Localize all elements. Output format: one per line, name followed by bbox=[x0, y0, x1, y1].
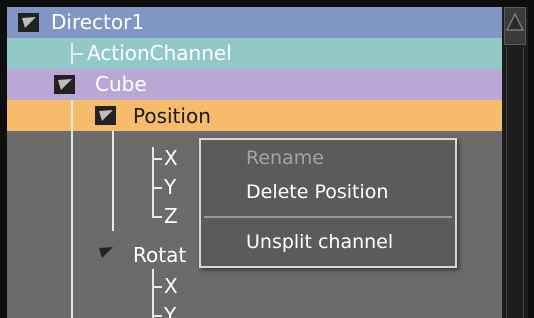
triangle-down-icon bbox=[58, 79, 72, 90]
context-menu: Rename Delete Position Unsplit channel bbox=[199, 138, 457, 268]
menu-separator bbox=[204, 216, 452, 218]
arrow-up-icon bbox=[505, 12, 525, 31]
tree-row-actionchannel[interactable]: ActionChannel bbox=[7, 38, 502, 69]
scrollbar-track[interactable] bbox=[506, 47, 524, 318]
tree-connector bbox=[152, 269, 154, 318]
menu-item-unsplit-channel[interactable]: Unsplit channel bbox=[201, 226, 455, 258]
tree-connector bbox=[152, 315, 162, 317]
tree-connector bbox=[152, 216, 162, 218]
menu-item-label: Delete Position bbox=[246, 181, 389, 203]
tree-connector bbox=[152, 158, 162, 160]
tree-connector bbox=[71, 100, 73, 131]
tree-row-rotation-x[interactable]: X bbox=[164, 272, 178, 300]
tree-row-position-z[interactable]: Z bbox=[164, 202, 178, 230]
vertical-scrollbar[interactable] bbox=[502, 7, 528, 318]
menu-item-label: Rename bbox=[246, 147, 324, 169]
expand-collapse-icon[interactable] bbox=[95, 106, 116, 125]
triangle-down-icon bbox=[99, 110, 113, 121]
tree-label: ActionChannel bbox=[87, 41, 232, 65]
tree-connector bbox=[71, 131, 73, 318]
triangle-down-icon bbox=[99, 247, 113, 258]
tree-row-cube[interactable]: Cube bbox=[7, 69, 502, 100]
tree-connector bbox=[152, 286, 162, 288]
tree-row-rotation-y[interactable]: Y bbox=[164, 301, 176, 318]
tree-row-position-y[interactable]: Y bbox=[164, 173, 176, 201]
expand-collapse-icon[interactable] bbox=[18, 13, 39, 32]
menu-item-label: Unsplit channel bbox=[246, 231, 394, 253]
tree-label: Director1 bbox=[51, 10, 145, 34]
scroll-up-button[interactable] bbox=[504, 7, 526, 45]
triangle-down-icon bbox=[22, 17, 36, 28]
tree-connector bbox=[112, 131, 114, 231]
menu-item-delete-position[interactable]: Delete Position bbox=[201, 176, 455, 208]
tree-connector bbox=[71, 53, 83, 55]
tree-row-director1[interactable]: Director1 bbox=[7, 7, 502, 38]
expand-collapse-icon[interactable] bbox=[95, 243, 116, 262]
tree-connector bbox=[152, 187, 162, 189]
tree-label: Position bbox=[133, 104, 211, 128]
expand-collapse-icon[interactable] bbox=[54, 75, 75, 94]
tree-label: Cube bbox=[95, 72, 147, 96]
tree-row-position-x[interactable]: X bbox=[164, 144, 178, 172]
tree-row-rotation[interactable]: Rotat bbox=[133, 241, 186, 269]
director-tree-panel: Director1 ActionChannel Cube Position X … bbox=[0, 0, 534, 318]
menu-item-rename: Rename bbox=[201, 142, 455, 174]
tree-row-position[interactable]: Position bbox=[7, 100, 502, 131]
